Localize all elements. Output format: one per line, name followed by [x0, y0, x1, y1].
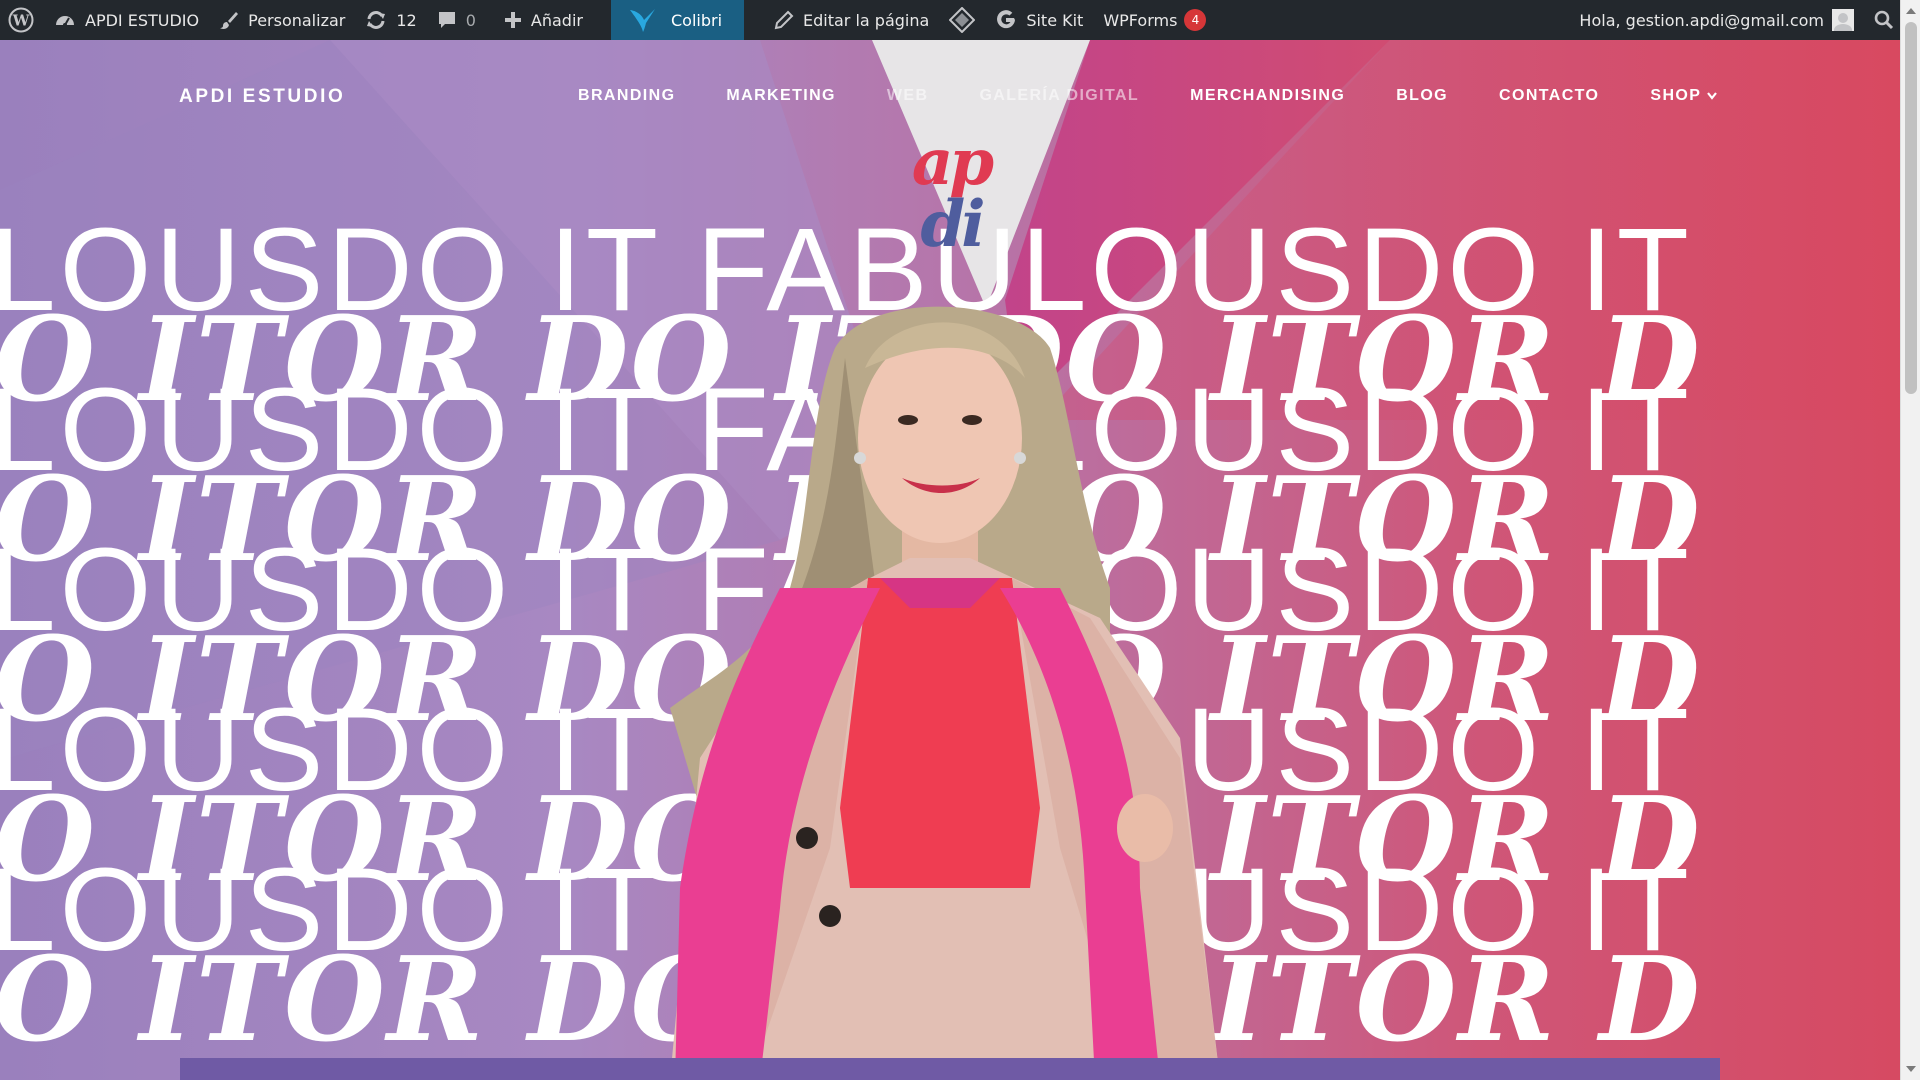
site-name-label: APDI ESTUDIO	[85, 10, 200, 30]
colibri-label: Colibri	[670, 10, 723, 30]
updates-link[interactable]: 12	[355, 0, 426, 40]
hero-section: LOUSDO IT FABULOUSDO ITO ITOR DO IT DO I…	[0, 40, 1900, 1080]
account-menu[interactable]: Hola, gestion.apdi@gmail.com	[1569, 0, 1864, 40]
customize-label: Personalizar	[248, 10, 346, 30]
google-icon	[995, 9, 1017, 31]
admin-search-button[interactable]	[1864, 0, 1900, 40]
main-navigation: BRANDING MARKETING WEB GALERÍA DIGITAL M…	[578, 87, 1768, 105]
logo-text-ap: ap	[911, 125, 994, 200]
site-kit-link[interactable]: Site Kit	[985, 0, 1093, 40]
nav-galeria-digital[interactable]: GALERÍA DIGITAL	[979, 87, 1139, 105]
hero-person-photo	[670, 306, 1220, 1080]
wpforms-link[interactable]: WPForms 4	[1093, 0, 1216, 40]
nav-shop[interactable]: SHOP	[1650, 87, 1718, 105]
svg-text:W: W	[12, 12, 31, 30]
diamond-icon	[949, 7, 976, 33]
search-icon	[1874, 10, 1894, 30]
refresh-icon	[365, 10, 387, 30]
scroll-thumb[interactable]	[1905, 22, 1917, 394]
wpforms-label: WPForms	[1103, 10, 1178, 30]
diamond-menu[interactable]	[939, 0, 985, 40]
scroll-up-arrow-icon[interactable]	[1906, 8, 1916, 14]
avatar	[1832, 9, 1854, 31]
customize-link[interactable]: Personalizar	[209, 0, 355, 40]
hero-bottom-bar	[180, 1058, 1720, 1080]
nav-branding[interactable]: BRANDING	[578, 87, 675, 105]
edit-page-link[interactable]: Editar la página	[764, 0, 939, 40]
add-new-label: Añadir	[530, 10, 583, 30]
colibri-bird-icon	[629, 7, 657, 33]
nav-marketing[interactable]: MARKETING	[726, 87, 835, 105]
comments-link[interactable]: 0	[427, 0, 486, 40]
chevron-down-icon	[1707, 87, 1718, 105]
logo-text-di: di	[920, 187, 985, 262]
nav-shop-label: SHOP	[1650, 87, 1702, 104]
comments-count: 0	[465, 10, 476, 30]
pencil-icon	[774, 10, 794, 30]
edit-page-label: Editar la página	[803, 10, 930, 30]
comment-icon	[437, 10, 457, 30]
dashboard-icon	[54, 10, 76, 30]
site-kit-label: Site Kit	[1026, 10, 1084, 30]
plus-icon	[504, 11, 522, 29]
add-new-link[interactable]: Añadir	[494, 0, 593, 40]
updates-count: 12	[396, 10, 417, 30]
admin-bar: W APDI ESTUDIO Personalizar 12 0 Añadir	[0, 0, 1900, 40]
scroll-down-arrow-icon[interactable]	[1906, 1066, 1916, 1072]
wordpress-menu[interactable]: W	[0, 0, 44, 40]
colibri-button[interactable]: Colibri	[610, 0, 745, 40]
nav-blog[interactable]: BLOG	[1396, 87, 1448, 105]
apdi-logo[interactable]: ap di	[908, 125, 994, 262]
site-name-link[interactable]: APDI ESTUDIO	[44, 0, 209, 40]
nav-merchandising[interactable]: MERCHANDISING	[1190, 87, 1345, 105]
site-brand[interactable]: APDI ESTUDIO	[179, 86, 345, 108]
nav-contacto[interactable]: CONTACTO	[1499, 87, 1599, 105]
brush-icon	[219, 10, 239, 30]
wordpress-icon: W	[8, 7, 34, 33]
greeting-label: Hola, gestion.apdi@gmail.com	[1579, 10, 1824, 30]
page-scrollbar[interactable]	[1900, 0, 1920, 1080]
wpforms-badge: 4	[1184, 9, 1207, 31]
nav-web[interactable]: WEB	[887, 87, 929, 105]
